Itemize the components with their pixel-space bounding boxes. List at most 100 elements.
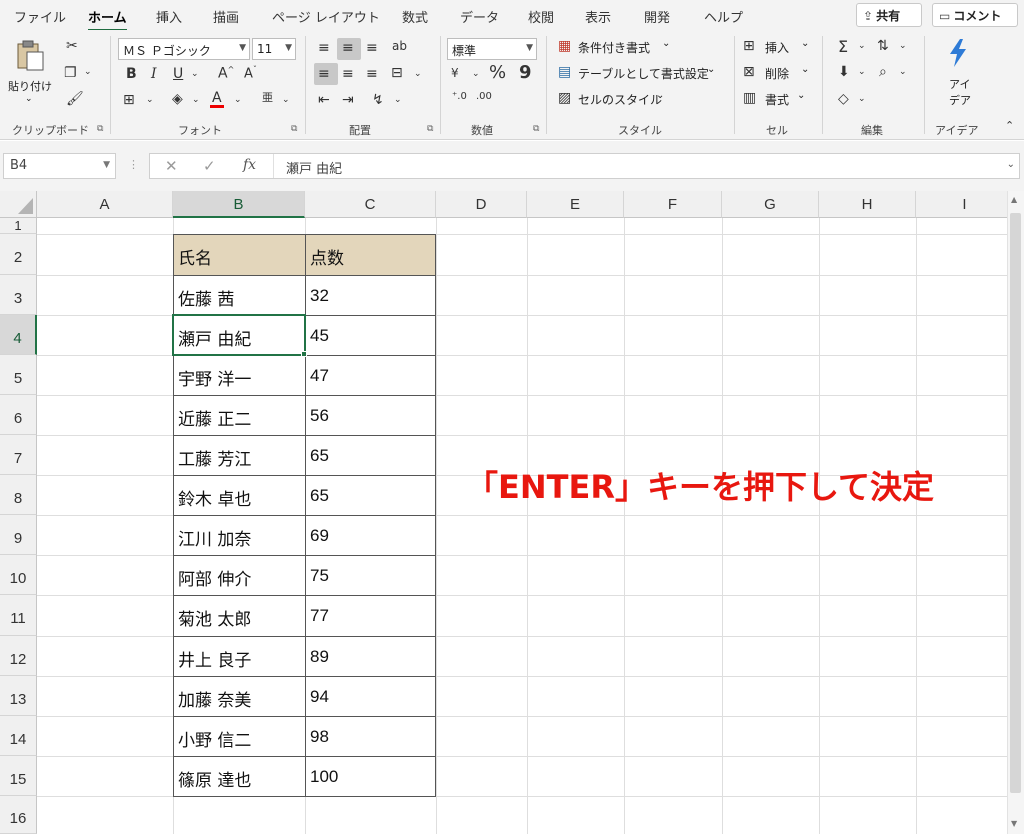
sort-filter-icon[interactable]: ⇅ (877, 39, 889, 53)
cell-score[interactable]: 47 (305, 366, 329, 386)
cell-name[interactable]: 井上 良子 (173, 646, 251, 671)
cell-name[interactable]: 小野 信二 (173, 726, 251, 751)
cell-score[interactable]: 75 (305, 566, 329, 586)
cell-score[interactable]: 100 (305, 767, 338, 787)
row-header-9[interactable]: 9 (0, 515, 37, 555)
column-header-c[interactable]: C (305, 191, 436, 218)
tab-data[interactable]: データ (460, 7, 499, 26)
cell-score[interactable]: 69 (305, 526, 329, 546)
tab-draw[interactable]: 描画 (213, 7, 239, 26)
tab-page-layout[interactable]: ページ レイアウト (272, 7, 380, 26)
column-header-h[interactable]: H (819, 191, 916, 218)
dialog-launcher-icon[interactable]: ⧉ (533, 124, 539, 134)
align-left-icon[interactable]: ≡ (318, 67, 330, 81)
scroll-down-arrow-icon[interactable]: ▼ (1011, 819, 1017, 828)
cell-score[interactable]: 56 (305, 406, 329, 426)
row-header-14[interactable]: 14 (0, 716, 37, 756)
fill-color-icon[interactable]: ◈ (172, 92, 183, 106)
fill-icon[interactable]: ⬇ (838, 65, 850, 79)
collapse-ribbon-icon[interactable]: ⌃ (1005, 120, 1014, 131)
merge-center-icon[interactable]: ⊟ (391, 66, 403, 80)
increase-font-size-icon[interactable]: A^ (218, 66, 234, 81)
currency-icon[interactable]: ¥ (451, 67, 459, 79)
align-middle-icon[interactable]: ≡ (342, 41, 354, 55)
row-header-5[interactable]: 5 (0, 355, 37, 395)
cell-c2[interactable]: 点数 (305, 244, 344, 269)
insert-function-button[interactable]: fx (243, 157, 256, 173)
column-header-b[interactable]: B (173, 191, 305, 218)
phonetic-icon[interactable]: 亜 (262, 92, 273, 103)
cell-b2[interactable]: 氏名 (173, 244, 212, 269)
increase-decimal-icon[interactable]: ⁺.0 (452, 92, 467, 102)
column-header-i[interactable]: I (916, 191, 1014, 218)
dialog-launcher-icon[interactable]: ⧉ (291, 124, 297, 134)
tab-developer[interactable]: 開発 (644, 7, 670, 26)
tab-view[interactable]: 表示 (585, 7, 611, 26)
row-header-10[interactable]: 10 (0, 555, 37, 595)
enter-check-icon[interactable]: ✓ (203, 157, 216, 175)
number-format-select[interactable]: 標準 ▼ (447, 38, 537, 60)
cell-name[interactable]: 阿部 伸介 (173, 565, 251, 590)
cell-name[interactable]: 菊池 太郎 (173, 605, 251, 630)
row-header-12[interactable]: 12 (0, 636, 37, 676)
tab-file[interactable]: ファイル (14, 7, 66, 26)
decrease-decimal-icon[interactable]: .00 (476, 92, 492, 102)
name-box[interactable]: B4 ▼ (3, 153, 116, 179)
worksheet-grid[interactable]: A B C D E F G H I 1 2 3 4 5 6 7 8 9 10 1… (0, 191, 1024, 834)
comment-button[interactable]: ▭ コメント (932, 3, 1018, 27)
align-right-icon[interactable]: ≡ (366, 67, 378, 81)
cell-score[interactable]: 94 (305, 687, 329, 707)
row-header-6[interactable]: 6 (0, 395, 37, 435)
bold-button[interactable]: B (126, 67, 137, 81)
border-icon[interactable]: ⊞ (123, 93, 135, 107)
tab-home[interactable]: ホーム (88, 7, 127, 32)
cell-score[interactable]: 89 (305, 647, 329, 667)
cell-name[interactable]: 近藤 正二 (173, 405, 251, 430)
row-header-3[interactable]: 3 (0, 275, 37, 315)
tab-review[interactable]: 校閲 (528, 7, 554, 26)
cell-score[interactable]: 45 (305, 326, 329, 346)
expand-formula-bar-icon[interactable]: ⌄ (1007, 159, 1015, 170)
share-button[interactable]: ⇪ 共有 (856, 3, 922, 27)
decrease-font-size-icon[interactable]: Aˇ (244, 66, 257, 81)
format-painter-icon[interactable]: 🖌 (66, 92, 84, 106)
tab-help[interactable]: ヘルプ (704, 7, 743, 26)
cell-score[interactable]: 77 (305, 606, 329, 626)
splitter-handle-icon[interactable]: ⋮ (128, 158, 139, 171)
align-top-icon[interactable]: ≡ (318, 41, 330, 55)
formula-input[interactable]: ✕ ✓ fx 瀬戸 由紀 ⌄ (149, 153, 1020, 179)
cancel-icon[interactable]: ✕ (165, 157, 178, 175)
column-header-g[interactable]: G (722, 191, 819, 218)
font-size-select[interactable]: 11 ▼ (252, 38, 296, 60)
percent-button[interactable]: % (489, 64, 506, 82)
ideas-button[interactable]: アイ デア (936, 38, 980, 114)
cell-score[interactable]: 65 (305, 446, 329, 466)
cell-name[interactable]: 篠原 達也 (173, 766, 251, 791)
cell-score[interactable]: 65 (305, 486, 329, 506)
cell-name[interactable]: 江川 加奈 (173, 525, 251, 550)
copy-icon[interactable]: ❐ (64, 66, 77, 80)
cell-name[interactable]: 鈴木 卓也 (173, 485, 251, 510)
tab-formulas[interactable]: 数式 (402, 7, 428, 26)
decrease-indent-icon[interactable]: ⇤ (318, 93, 330, 107)
cell-score[interactable]: 32 (305, 286, 329, 306)
search-icon[interactable]: ⌕ (879, 65, 887, 79)
cell-name[interactable]: 加藤 奈美 (173, 686, 251, 711)
font-name-select[interactable]: ＭＳ Ｐゴシック ▼ (118, 38, 250, 60)
column-header-f[interactable]: F (624, 191, 722, 218)
cut-icon[interactable]: ✂ (66, 39, 78, 53)
row-header-7[interactable]: 7 (0, 435, 37, 475)
column-header-d[interactable]: D (436, 191, 527, 218)
clear-icon[interactable]: ◇ (838, 92, 849, 106)
row-header-13[interactable]: 13 (0, 676, 37, 716)
column-header-e[interactable]: E (527, 191, 624, 218)
fill-handle[interactable] (301, 351, 307, 357)
select-all-button[interactable] (0, 191, 37, 218)
row-header-11[interactable]: 11 (0, 595, 37, 636)
align-bottom-icon[interactable]: ≡ (366, 41, 378, 55)
cell-name[interactable]: 宇野 洋一 (173, 365, 251, 390)
scroll-up-arrow-icon[interactable]: ▲ (1011, 195, 1017, 204)
increase-indent-icon[interactable]: ⇥ (342, 93, 354, 107)
column-header-a[interactable]: A (37, 191, 173, 218)
underline-button[interactable]: U (173, 67, 183, 81)
